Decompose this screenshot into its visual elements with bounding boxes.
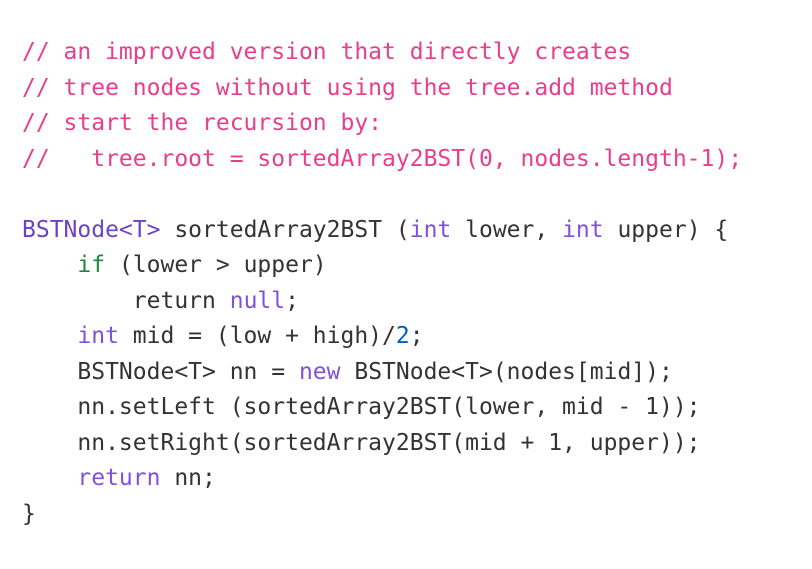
comment-line: // an improved version that directly cre…	[22, 39, 632, 65]
keyword-if: if	[77, 252, 106, 278]
code-text: BSTNode<T>(nodes[mid]);	[340, 358, 673, 385]
comment-line: // start the recursion by:	[22, 110, 383, 136]
keyword-return: return	[77, 465, 161, 491]
code-line-new-node: BSTNode<T> nn = new BSTNode<T>(nodes[mid…	[22, 355, 742, 391]
code-text: nn;	[160, 465, 216, 491]
code-line-signature: BSTNode<T> sortedArray2BST (int lower, i…	[22, 213, 742, 249]
return-type: BSTNode<T>	[22, 216, 161, 243]
code-text: upper) {	[603, 216, 729, 243]
code-line-mid: int mid = (low + high)/2;	[22, 319, 742, 355]
comment-line: // tree.root = sortedArray2BST(0, nodes.…	[22, 145, 743, 172]
keyword-return: return	[132, 287, 216, 314]
comment-line: // tree nodes without using the tree.add…	[22, 74, 673, 101]
code-text: (lower > upper)	[105, 252, 327, 278]
code-text: BSTNode<T> nn =	[77, 358, 299, 385]
number-literal: 2	[395, 323, 410, 349]
code-line-set-right: nn.setRight(sortedArray2BST(mid + 1, upp…	[22, 429, 701, 456]
code-text: ;	[285, 287, 299, 314]
keyword-null: null	[229, 287, 286, 314]
code-line-return-null: return null;	[22, 284, 742, 320]
code-line-return: return nn;	[22, 461, 742, 497]
keyword-new: new	[298, 358, 341, 385]
code-line-set-left: nn.setLeft (sortedArray2BST(lower, mid -…	[22, 394, 701, 420]
keyword-int: int	[77, 323, 119, 349]
keyword-int: int	[562, 216, 604, 243]
code-text: sortedArray2BST (	[160, 216, 410, 243]
code-text: ;	[409, 323, 424, 349]
code-block: // an improved version that directly cre…	[22, 35, 742, 532]
code-line-if: if (lower > upper)	[22, 248, 742, 284]
keyword-int: int	[409, 216, 452, 243]
code-line-close-brace: }	[22, 500, 36, 527]
code-text: mid = (low + high)/	[118, 323, 396, 349]
code-text: lower,	[451, 216, 563, 243]
